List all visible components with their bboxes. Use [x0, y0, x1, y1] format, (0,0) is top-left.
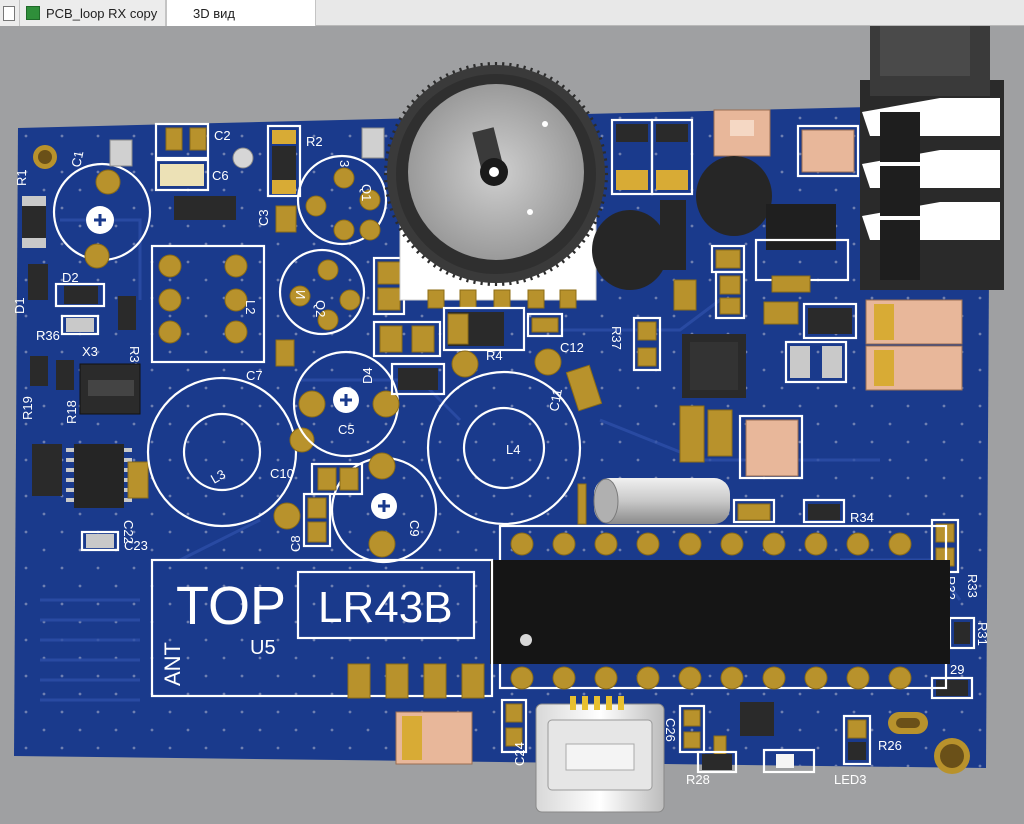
- document-icon: [3, 5, 15, 21]
- tab-bar: PCB_loop RX copy 3D вид: [0, 0, 1024, 26]
- dip-ic-body: [490, 560, 950, 664]
- tab-pcb[interactable]: PCB_loop RX copy: [20, 0, 166, 26]
- svg-text:LED3: LED3: [834, 772, 867, 787]
- lr43b-marking: LR43B: [318, 583, 453, 632]
- svg-text:C5: C5: [338, 422, 355, 437]
- svg-text:C12: C12: [560, 340, 584, 355]
- svg-text:D4: D4: [360, 367, 375, 384]
- svg-text:R2: R2: [306, 134, 323, 149]
- svg-text:Q2: Q2: [313, 300, 328, 317]
- svg-text:R33: R33: [965, 574, 980, 598]
- tab-pcb-label: PCB_loop RX copy: [46, 5, 158, 21]
- svg-text:C10: C10: [270, 466, 294, 481]
- usb-connector: [535, 696, 665, 813]
- svg-text:C24: C24: [512, 742, 527, 766]
- transistor-to92-2: [696, 156, 772, 236]
- svg-text:C26: C26: [663, 718, 678, 742]
- svg-text:R28: R28: [686, 772, 710, 787]
- diode-d1: [28, 264, 48, 300]
- tab-doc[interactable]: [0, 0, 20, 26]
- svg-text:R31: R31: [975, 622, 990, 646]
- transistor-d4: [398, 368, 438, 390]
- svg-text:C3: C3: [256, 209, 271, 226]
- svg-text:R36: R36: [36, 328, 60, 343]
- svg-text:R37: R37: [609, 326, 624, 350]
- top-marking: TOP: [176, 576, 286, 636]
- svg-text:C9: C9: [407, 520, 422, 537]
- svg-text:L4: L4: [506, 442, 520, 457]
- pcb-icon: [26, 6, 40, 20]
- svg-text:Q1: Q1: [359, 184, 374, 201]
- 3d-viewport[interactable]: R1 C1 C2 C6 R2 C3 3 Q1 D1 D2 R36 R39 L2 …: [0, 26, 1024, 824]
- chip-c6-area: [174, 196, 236, 220]
- svg-text:C6: C6: [212, 168, 229, 183]
- svg-text:X3: X3: [82, 344, 98, 359]
- audio-jack: [860, 26, 1004, 290]
- svg-text:29: 29: [950, 662, 964, 677]
- svg-text:C2: C2: [214, 128, 231, 143]
- sot-bottom: [740, 702, 774, 736]
- ic-left: [74, 444, 124, 508]
- label-r1: R1: [14, 169, 29, 186]
- svg-text:3: 3: [337, 160, 352, 167]
- svg-text:C7: C7: [246, 368, 263, 383]
- tab-3d-label: 3D вид: [193, 5, 235, 21]
- svg-text:D2: D2: [62, 270, 79, 285]
- svg-text:C23: C23: [124, 538, 148, 553]
- svg-text:R34: R34: [850, 510, 874, 525]
- smd-top-c1: [109, 139, 133, 167]
- svg-text:R19: R19: [20, 396, 35, 420]
- pcb-3d-render: R1 C1 C2 C6 R2 C3 3 Q1 D1 D2 R36 R39 L2 …: [12, 26, 1004, 813]
- svg-text:ANT: ANT: [160, 642, 185, 686]
- svg-text:U5: U5: [250, 637, 276, 659]
- svg-text:И: И: [293, 290, 308, 299]
- svg-text:L2: L2: [243, 300, 258, 314]
- svg-text:R18: R18: [64, 400, 79, 424]
- svg-text:C8: C8: [288, 535, 303, 552]
- tab-3d-view[interactable]: 3D вид: [166, 0, 316, 26]
- transistor-to92-1: [592, 210, 668, 290]
- svg-text:R4: R4: [486, 348, 503, 363]
- svg-text:R26: R26: [878, 738, 902, 753]
- svg-text:D1: D1: [12, 297, 27, 314]
- cap-c3: [275, 205, 297, 233]
